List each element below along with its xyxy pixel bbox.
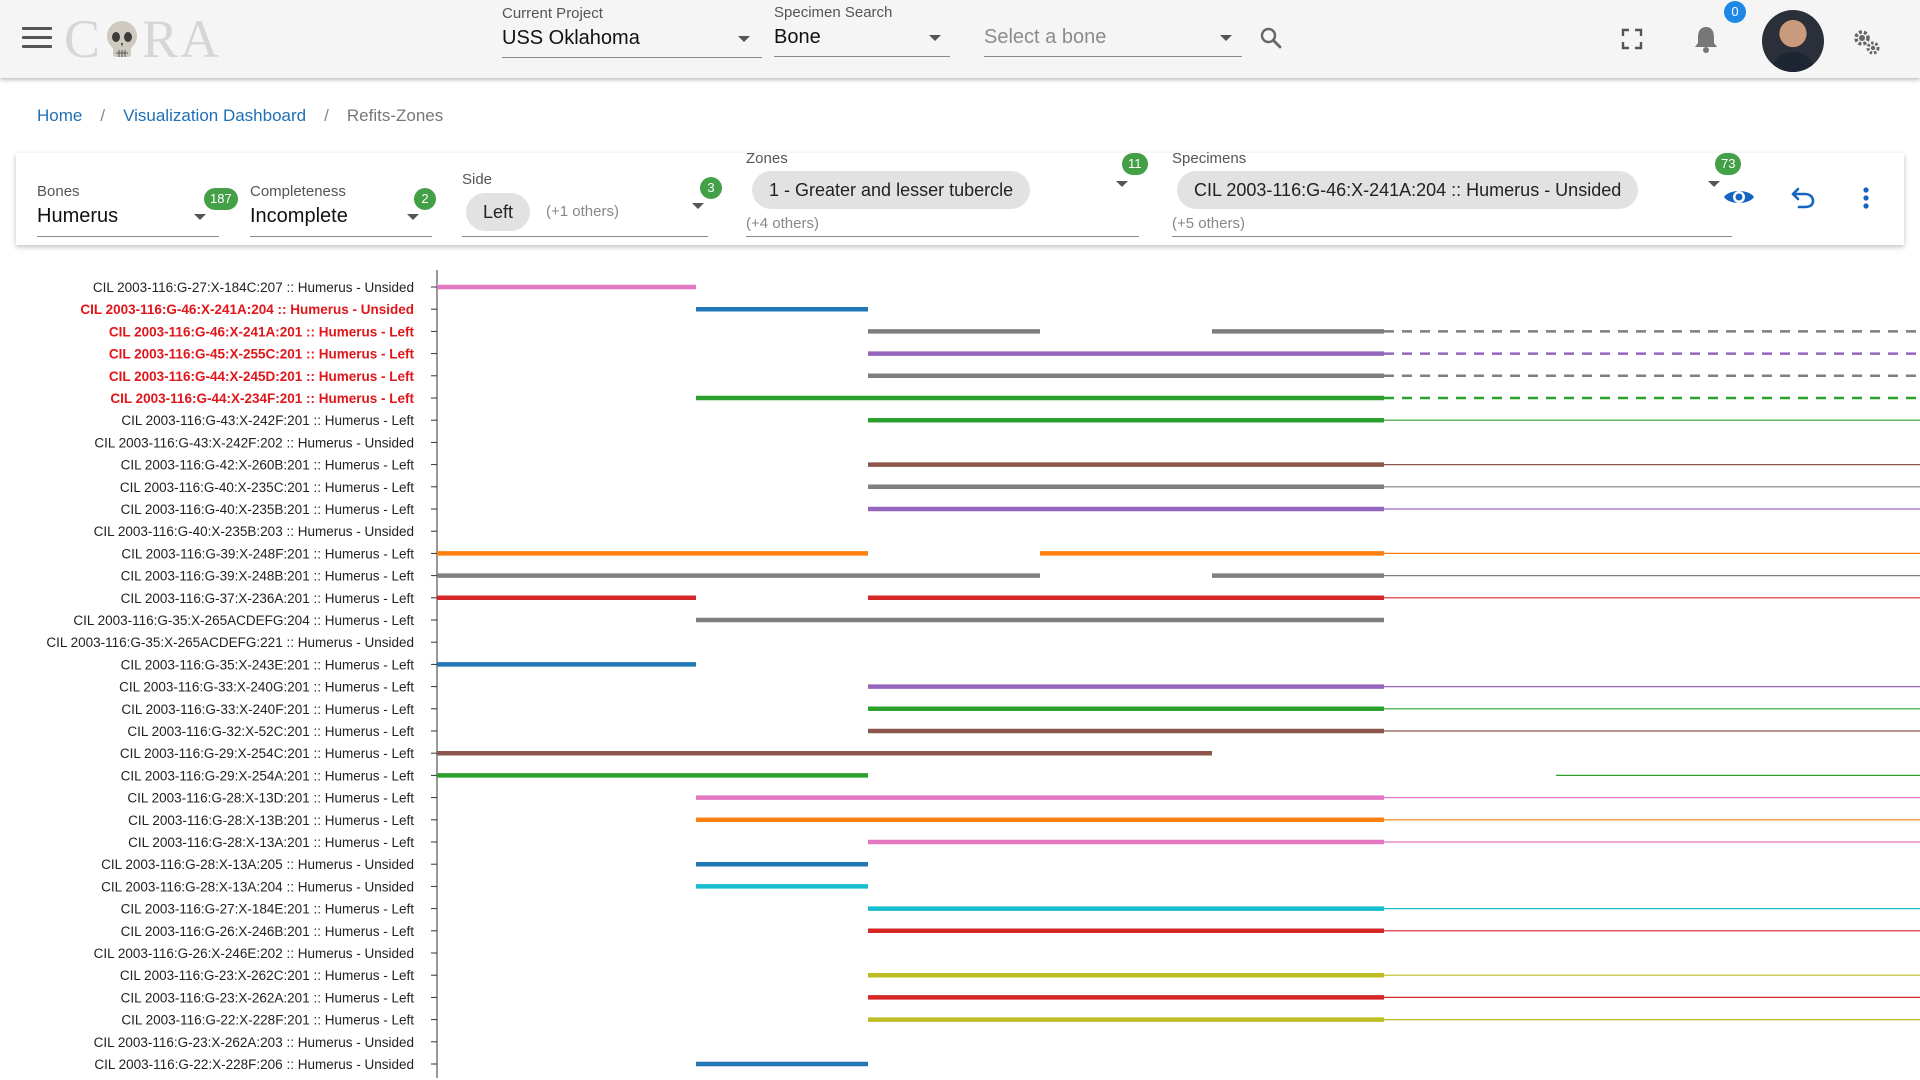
menu-icon[interactable] [22,27,52,51]
specimen-row-label: CIL 2003-116:G-29:X-254C:201 :: Humerus … [120,746,414,761]
bell-icon[interactable] [1692,24,1720,54]
cora-logo[interactable]: C RA [64,4,221,74]
side-filter-label: Side [462,171,493,188]
side-underline [462,236,708,237]
specimen-row-label: CIL 2003-116:G-37:X-236A:201 :: Humerus … [121,591,415,606]
specimen-row-label: CIL 2003-116:G-39:X-248B:201 :: Humerus … [121,569,415,584]
user-avatar[interactable] [1762,10,1824,72]
specimen-row-label: CIL 2003-116:G-40:X-235B:201 :: Humerus … [121,502,415,517]
specimen-row-label: CIL 2003-116:G-44:X-245D:201 :: Humerus … [109,369,415,384]
notifications-count-badge: 0 [1724,1,1746,23]
zones-underline [746,236,1139,237]
specimen-row-label: CIL 2003-116:G-27:X-184C:207 :: Humerus … [93,280,414,295]
specimen-row-label: CIL 2003-116:G-46:X-241A:201 :: Humerus … [109,324,415,339]
specimen-row-label: CIL 2003-116:G-23:X-262C:201 :: Humerus … [120,968,414,983]
breadcrumb-dashboard-link[interactable]: Visualization Dashboard [123,106,306,126]
specimen-row-label: CIL 2003-116:G-28:X-13D:201 :: Humerus -… [127,791,414,806]
specimens-count-badge: 73 [1715,153,1742,175]
specimen-row-label: CIL 2003-116:G-35:X-265ACDEFG:204 :: Hum… [73,613,414,628]
breadcrumb-separator: / [100,106,106,125]
zones-chip-greater-lesser-tubercle[interactable]: 1 - Greater and lesser tubercle [752,171,1031,209]
eye-icon[interactable] [1723,186,1755,208]
specimen-row-label: CIL 2003-116:G-28:X-13A:205 :: Humerus -… [101,857,414,872]
specimen-row-label: CIL 2003-116:G-39:X-248F:201 :: Humerus … [121,546,414,561]
logo-text-left: C [64,9,103,69]
specimen-search-label: Specimen Search [774,4,893,21]
refits-zones-gantt-svg: CIL 2003-116:G-27:X-184C:207 :: Humerus … [46,270,1920,1078]
side-chip-left[interactable]: Left [466,193,531,231]
specimen-row-label: CIL 2003-116:G-32:X-52C:201 :: Humerus -… [127,724,414,739]
specimen-row-label: CIL 2003-116:G-46:X-241A:204 :: Humerus … [80,302,414,317]
side-others-count: (+1 others) [546,203,619,220]
specimen-row-label: CIL 2003-116:G-33:X-240G:201 :: Humerus … [119,680,414,695]
specimen-row-label: CIL 2003-116:G-28:X-13A:204 :: Humerus -… [101,879,414,894]
bones-underline [37,236,219,237]
zones-filter-label: Zones [746,150,788,167]
bones-dropdown-caret[interactable] [194,214,206,220]
bones-count-badge: 187 [204,188,238,210]
current-project-label: Current Project [502,5,603,22]
specimen-row-label: CIL 2003-116:G-26:X-246B:201 :: Humerus … [121,924,415,939]
specimen-search-dropdown-caret[interactable] [929,35,941,41]
specimen-row-label: CIL 2003-116:G-23:X-262A:201 :: Humerus … [121,990,415,1005]
settings-gears-icon[interactable] [1852,28,1882,56]
undo-icon[interactable] [1790,185,1816,209]
specimen-row-label: CIL 2003-116:G-23:X-262A:203 :: Humerus … [94,1035,414,1050]
filter-toolbar: Bones Humerus 187 Completeness Incomplet… [16,150,1904,245]
specimen-row-label: CIL 2003-116:G-35:X-243E:201 :: Humerus … [121,657,415,672]
breadcrumb-home-link[interactable]: Home [37,106,82,126]
current-project-underline [502,57,762,58]
fullscreen-icon[interactable] [1621,28,1643,50]
bones-filter-label: Bones [37,183,80,200]
zones-dropdown-caret[interactable] [1116,181,1128,187]
completeness-filter-label: Completeness [250,183,346,200]
completeness-count-badge: 2 [414,188,436,210]
completeness-dropdown-caret[interactable] [407,214,419,220]
specimen-row-label: CIL 2003-116:G-45:X-255C:201 :: Humerus … [109,347,415,362]
breadcrumb-separator: / [324,106,329,125]
current-project-value[interactable]: USS Oklahoma [502,27,640,50]
more-vert-icon[interactable] [1862,186,1870,210]
breadcrumb: Home / Visualization Dashboard / Refits-… [37,106,443,126]
side-dropdown-caret[interactable] [692,203,704,209]
completeness-filter-value[interactable]: Incomplete [250,205,348,228]
specimen-row-label: CIL 2003-116:G-40:X-235C:201 :: Humerus … [120,480,414,495]
specimen-row-label: CIL 2003-116:G-22:X-228F:206 :: Humerus … [94,1057,414,1072]
specimen-search-underline [774,56,950,57]
breadcrumb-current: Refits-Zones [346,106,444,125]
bone-select-underline [984,56,1242,57]
logo-text-right: RA [142,9,222,69]
side-count-badge: 3 [700,177,722,199]
specimen-row-label: CIL 2003-116:G-27:X-184E:201 :: Humerus … [121,902,415,917]
specimen-row-label: CIL 2003-116:G-22:X-228F:201 :: Humerus … [121,1013,414,1028]
top-app-bar: C RA Current Project USS Oklahoma Specim… [0,0,1920,78]
bone-select-input[interactable]: Select a bone [984,26,1106,49]
specimen-row-label: CIL 2003-116:G-26:X-246E:202 :: Humerus … [94,946,414,961]
zones-count-badge: 11 [1122,153,1148,175]
bones-filter-value[interactable]: Humerus [37,205,118,228]
specimen-row-label: CIL 2003-116:G-28:X-13A:201 :: Humerus -… [128,835,414,850]
specimen-row-label: CIL 2003-116:G-40:X-235B:203 :: Humerus … [94,524,414,539]
current-project-dropdown-caret[interactable] [738,36,750,42]
specimens-chip[interactable]: CIL 2003-116:G-46:X-241A:204 :: Humerus … [1177,171,1639,209]
bone-select-dropdown-caret[interactable] [1220,35,1232,41]
search-icon[interactable] [1259,26,1283,50]
zones-others-count: (+4 others) [746,215,819,232]
specimens-filter-label: Specimens [1172,150,1247,167]
specimen-row-label: CIL 2003-116:G-33:X-240F:201 :: Humerus … [121,702,414,717]
specimen-row-label: CIL 2003-116:G-28:X-13B:201 :: Humerus -… [128,813,414,828]
specimen-row-label: CIL 2003-116:G-44:X-234F:201 :: Humerus … [110,391,414,406]
refits-zones-chart: CIL 2003-116:G-27:X-184C:207 :: Humerus … [0,270,1920,1080]
specimen-row-label: CIL 2003-116:G-43:X-242F:202 :: Humerus … [94,435,414,450]
specimen-row-label: CIL 2003-116:G-42:X-260B:201 :: Humerus … [121,458,415,473]
specimen-row-label: CIL 2003-116:G-29:X-254A:201 :: Humerus … [121,768,415,783]
specimens-underline [1172,236,1732,237]
specimens-others-count: (+5 others) [1172,215,1245,232]
completeness-underline [250,236,432,237]
specimens-dropdown-caret[interactable] [1708,181,1720,187]
specimen-row-label: CIL 2003-116:G-35:X-265ACDEFG:221 :: Hum… [46,635,414,650]
specimen-search-value[interactable]: Bone [774,26,821,49]
specimen-row-label: CIL 2003-116:G-43:X-242F:201 :: Humerus … [121,413,414,428]
skull-icon [107,21,138,57]
